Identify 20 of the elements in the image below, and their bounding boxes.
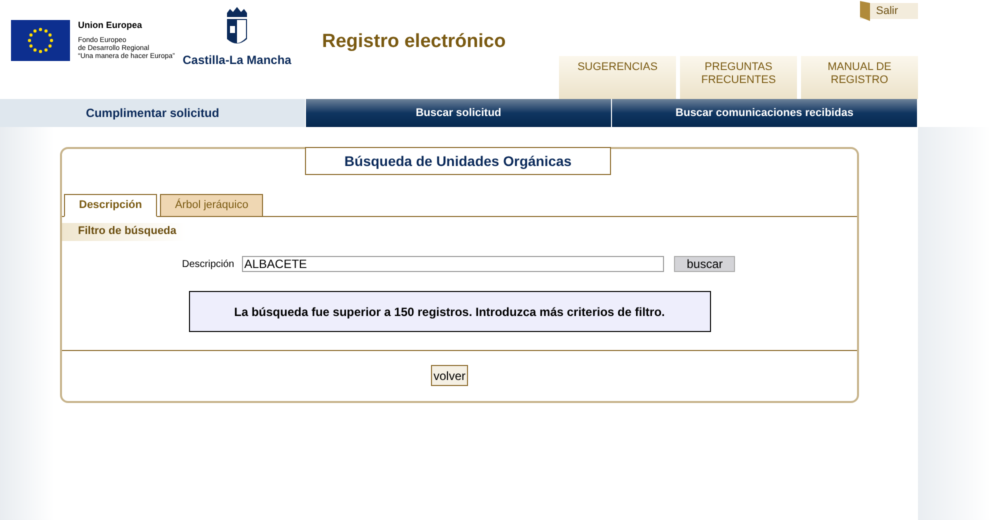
message-box: La búsqueda fue superior a 150 registros. Introduzca más criterios de filtro. [188,291,710,332]
region-name: Castilla-La Mancha [182,52,292,69]
panel-tab[interactable]: Árbol jeráquico [160,194,264,217]
panel-title: Búsqueda de Unidades Orgánicas [305,147,611,175]
top-link[interactable]: PREGUNTAS FRECUENTES [680,56,797,99]
nav-tab[interactable]: Buscar solicitud [306,99,612,127]
search-button[interactable]: buscar [674,256,736,272]
flag-icon [11,20,70,61]
nav-tab[interactable]: Cumplimentar solicitud [0,99,306,127]
eu-title: Union Europea [78,20,144,31]
site-title: Registro electrónico [322,30,507,54]
top-link[interactable]: MANUAL DE REGISTRO [801,56,918,99]
nav-tab[interactable]: Buscar comunicaciones recibidas [612,99,918,127]
description-field[interactable]: ALBACETE [242,256,664,272]
door-icon [860,1,870,21]
exit-link[interactable]: Salir [860,3,918,19]
field-label: Descripción [182,258,234,272]
panel-tab[interactable]: Descripción [64,194,157,217]
top-link[interactable]: SUGERENCIAS [559,56,676,99]
back-button[interactable]: volver [431,365,468,386]
